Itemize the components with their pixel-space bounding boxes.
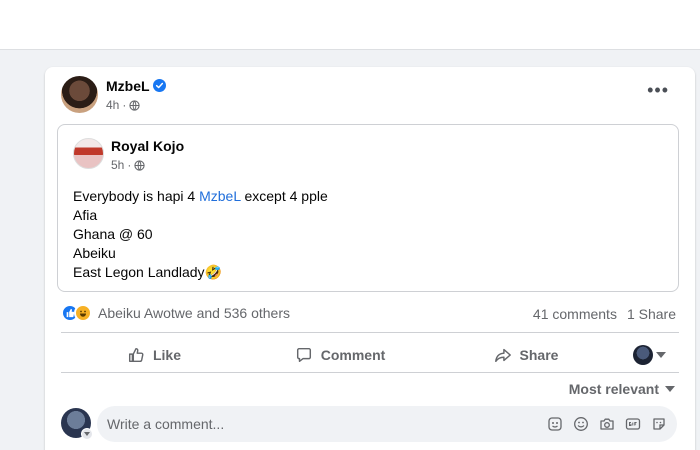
comment-label: Comment bbox=[320, 347, 386, 363]
globe-icon[interactable] bbox=[134, 159, 145, 171]
globe-icon[interactable] bbox=[129, 99, 140, 111]
comment-composer bbox=[97, 406, 677, 442]
author-avatar[interactable] bbox=[61, 76, 98, 113]
shared-post[interactable]: Royal Kojo 5h · Everybody is hapi 4 Mzbe… bbox=[57, 124, 679, 292]
shared-author-avatar[interactable] bbox=[73, 138, 104, 169]
comments-count[interactable]: 41 comments bbox=[533, 306, 617, 322]
mention-link[interactable]: MzbeL bbox=[199, 188, 241, 204]
divider bbox=[61, 372, 679, 373]
comment-tools bbox=[546, 415, 667, 432]
post-actions: Like Comment Share bbox=[61, 337, 679, 373]
meta-separator: · bbox=[122, 98, 127, 112]
reactions-summary[interactable]: Abeiku Awotwe and 536 others bbox=[61, 304, 290, 322]
comment-icon bbox=[296, 347, 311, 363]
sticker-icon[interactable] bbox=[650, 415, 667, 432]
chevron-down-icon bbox=[665, 386, 675, 392]
like-label: Like bbox=[152, 347, 181, 363]
like-icon bbox=[128, 347, 144, 363]
like-button[interactable]: Like bbox=[61, 338, 247, 372]
divider bbox=[61, 332, 679, 333]
shared-text-fragment: except 4 pple bbox=[240, 188, 328, 204]
share-button[interactable]: Share bbox=[433, 338, 619, 372]
post-time[interactable]: 4h bbox=[106, 98, 119, 112]
shared-meta-separator: · bbox=[127, 158, 132, 172]
comment-button[interactable]: Comment bbox=[247, 338, 433, 372]
emoji-icon[interactable] bbox=[572, 415, 589, 432]
avatar-sticker-icon[interactable] bbox=[546, 415, 563, 432]
post-author-name[interactable]: MzbeL bbox=[106, 78, 150, 94]
haha-reaction-icon bbox=[74, 304, 92, 322]
shared-text-line: East Legon Landlady🤣 bbox=[73, 264, 222, 280]
engagement-counts: 41 comments 1 Share bbox=[533, 306, 676, 322]
share-label: Share bbox=[519, 347, 559, 363]
shared-text-line: Afia bbox=[73, 207, 98, 223]
shared-post-time[interactable]: 5h bbox=[111, 158, 124, 172]
shared-text-line: Abeiku bbox=[73, 245, 116, 261]
reactions-text[interactable]: Abeiku Awotwe and 536 others bbox=[98, 305, 290, 321]
camera-icon[interactable] bbox=[598, 415, 615, 432]
shared-post-text: Everybody is hapi 4 MzbeL except 4 pple … bbox=[73, 187, 328, 282]
post-card: MzbeL 4h · ••• Royal Kojo 5h · Everybody… bbox=[45, 67, 695, 450]
share-icon bbox=[494, 348, 511, 363]
shared-text-line: Everybody is hapi 4 MzbeL except 4 pple bbox=[73, 187, 328, 206]
shares-count[interactable]: 1 Share bbox=[627, 306, 676, 322]
comment-sort-dropdown[interactable]: Most relevant bbox=[569, 381, 675, 397]
shared-post-meta: 5h · bbox=[111, 158, 145, 172]
shared-author-name[interactable]: Royal Kojo bbox=[111, 138, 184, 154]
chevron-down-icon bbox=[84, 432, 90, 436]
top-navigation-bar bbox=[0, 0, 700, 50]
sort-label: Most relevant bbox=[568, 381, 659, 397]
post-meta: 4h · bbox=[106, 98, 140, 112]
commenter-chevron-icon[interactable] bbox=[81, 428, 93, 440]
chevron-down-icon bbox=[655, 352, 666, 358]
gif-icon[interactable] bbox=[624, 415, 641, 432]
more-options-icon[interactable]: ••• bbox=[647, 81, 669, 99]
comment-as-selector[interactable] bbox=[619, 345, 679, 365]
comment-input[interactable] bbox=[107, 406, 527, 442]
shared-text-line: Ghana @ 60 bbox=[73, 226, 153, 242]
shared-text-fragment: Everybody is hapi 4 bbox=[73, 188, 200, 204]
avatar bbox=[632, 345, 653, 365]
verified-badge-icon bbox=[153, 79, 166, 92]
